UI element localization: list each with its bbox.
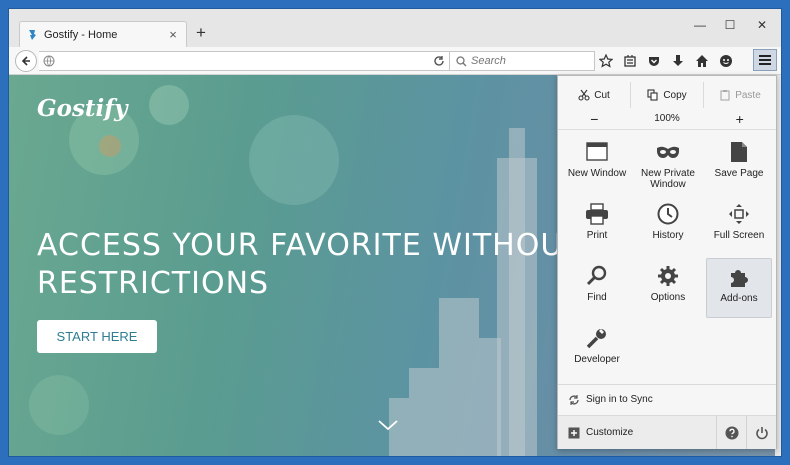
bokeh-light [29,375,89,435]
tab-title: Gostify - Home [44,28,118,41]
start-here-button[interactable]: START HERE [37,320,157,353]
open-menu-button[interactable] [753,49,777,71]
new-window-icon [584,140,610,164]
bokeh-light [249,115,339,205]
quit-button[interactable] [746,416,776,449]
close-window-button[interactable]: ✕ [747,15,777,35]
back-button[interactable] [15,50,37,72]
hello-chat-icon[interactable] [717,52,735,70]
reload-icon[interactable] [432,54,446,68]
tab-close-icon[interactable]: × [166,27,180,42]
back-arrow-icon [21,56,30,66]
print-button[interactable]: Print [564,196,630,256]
copy-icon [647,89,659,101]
new-private-window-button[interactable]: New Private Window [635,134,701,194]
sync-icon [568,394,580,406]
minimize-button[interactable]: — [685,15,715,35]
new-tab-button[interactable]: + [191,23,211,43]
main-menu-panel: Cut Copy Paste − 100% + New Window New P… [557,75,777,449]
hamburger-icon [759,55,771,65]
building-shape [409,368,439,456]
add-ons-button[interactable]: Add-ons [706,258,772,318]
headline-line-1: ACCESS YOUR FAVORITE WITHOU [37,228,564,263]
reading-list-icon[interactable] [621,52,639,70]
zoom-controls: − 100% + [558,108,776,130]
power-icon [755,426,768,439]
pocket-icon[interactable] [645,52,663,70]
fullscreen-icon [726,202,752,226]
building-shape [439,298,479,456]
developer-button[interactable]: Developer [564,320,630,380]
clipboard-icon [719,89,731,101]
bokeh-light [99,135,121,157]
wrench-icon [584,326,610,350]
customize-label: Customize [586,427,634,438]
cut-label: Cut [594,89,610,101]
full-screen-button[interactable]: Full Screen [706,196,772,256]
headline-line-2: RESTRICTIONS [37,266,270,301]
bokeh-light [149,85,189,125]
sync-label: Sign in to Sync [586,394,653,405]
tab-strip: Gostify - Home × + — ☐ ✕ [9,9,781,47]
mask-icon [655,140,681,164]
paste-label: Paste [735,89,761,101]
search-icon [456,55,467,67]
paste-button[interactable]: Paste [704,82,776,108]
site-info-icon[interactable] [43,55,55,67]
maximize-button[interactable]: ☐ [715,15,745,35]
search-input[interactable] [471,55,581,67]
browser-window: Gostify - Home × + — ☐ ✕ Search Gostify … [8,8,782,457]
download-icon[interactable] [669,52,687,70]
copy-button[interactable]: Copy [631,82,704,108]
sign-in-to-sync-button[interactable]: Sign in to Sync [558,384,776,414]
bookmark-star-icon[interactable] [597,52,615,70]
save-page-button[interactable]: Save Page [706,134,772,194]
navigation-toolbar [9,47,781,75]
gear-icon [655,264,681,288]
scissors-icon [578,89,590,101]
find-button[interactable]: Find [564,258,630,318]
building-shape [479,338,501,456]
zoom-in-button[interactable]: + [703,108,776,129]
plus-box-icon [568,427,580,439]
zoom-out-button[interactable]: − [558,108,631,129]
scroll-down-chevron-icon[interactable] [377,417,399,433]
home-icon[interactable] [693,52,711,70]
copy-label: Copy [663,89,687,101]
gostify-favicon-icon [26,29,38,41]
options-button[interactable]: Options [635,258,701,318]
cut-button[interactable]: Cut [558,82,631,108]
printer-icon [584,202,610,226]
clock-icon [655,202,681,226]
menu-items-grid: New Window New Private Window Save Page … [564,134,772,380]
edit-controls: Cut Copy Paste [558,82,776,108]
site-logo[interactable]: Gostify [37,95,128,122]
magnifier-icon [584,264,610,288]
tab-gostify[interactable]: Gostify - Home × [19,21,187,47]
help-button[interactable] [716,416,746,449]
url-bar[interactable] [39,51,451,71]
search-box[interactable] [449,51,595,71]
zoom-reset-button[interactable]: 100% [631,108,704,129]
page-icon [726,140,752,164]
customize-button[interactable]: Customize [558,416,716,449]
puzzle-icon [726,265,752,289]
menu-footer: Customize [558,415,776,449]
hero-headline: ACCESS YOUR FAVORITE WITHOU RESTRICTIONS [37,227,563,303]
new-window-button[interactable]: New Window [564,134,630,194]
help-icon [725,426,738,439]
history-button[interactable]: History [635,196,701,256]
